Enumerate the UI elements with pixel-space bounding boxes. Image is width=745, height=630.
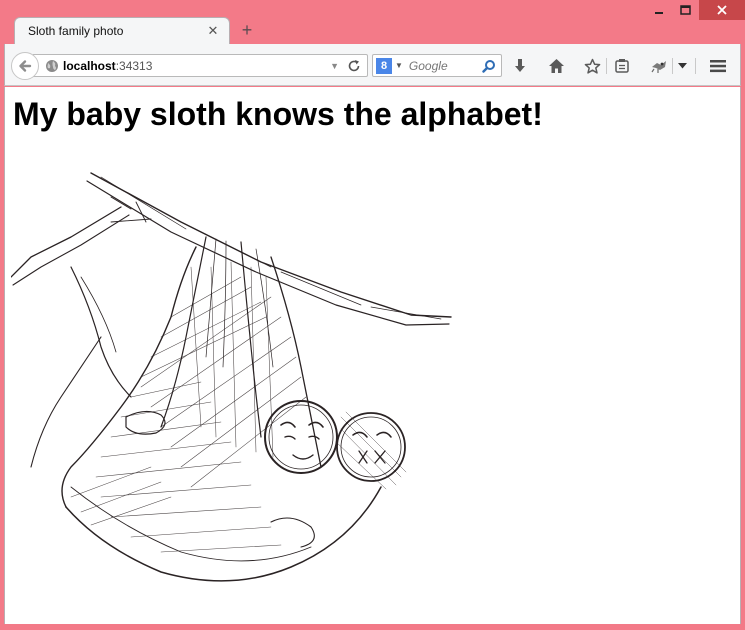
tab-active[interactable]: Sloth family photo ✕	[14, 17, 230, 44]
search-icon[interactable]	[482, 59, 496, 73]
url-bar[interactable]: localhost :34313 ▼	[33, 54, 368, 77]
dropdown-icon[interactable]: ▼	[330, 61, 339, 71]
home-button[interactable]	[545, 55, 567, 77]
reading-list-icon	[615, 59, 629, 73]
menu-button[interactable]	[707, 55, 729, 77]
globe-icon	[46, 59, 58, 72]
close-icon	[717, 5, 727, 15]
tab-title: Sloth family photo	[28, 24, 124, 38]
toolbar-separator	[606, 58, 607, 74]
reading-list-button[interactable]	[611, 55, 633, 77]
toolbar-separator	[672, 58, 673, 74]
close-window-button[interactable]	[699, 0, 745, 20]
maximize-button[interactable]	[672, 0, 699, 20]
back-arrow-icon	[19, 60, 32, 72]
new-tab-button[interactable]: +	[238, 21, 256, 39]
window-controls	[645, 0, 745, 22]
google-icon[interactable]: 8	[376, 57, 392, 74]
minimize-icon	[654, 12, 663, 14]
home-icon	[548, 59, 564, 73]
download-icon	[515, 59, 525, 72]
maximize-icon	[680, 5, 691, 15]
search-input[interactable]: Google	[409, 59, 482, 73]
chevron-down-icon	[677, 63, 687, 69]
search-bar[interactable]: 8 ▼ Google	[372, 54, 502, 77]
back-button[interactable]	[11, 52, 39, 80]
toolbar-separator	[695, 58, 696, 74]
addon-button[interactable]	[648, 55, 670, 77]
minimize-button[interactable]	[645, 0, 672, 20]
navigation-toolbar: localhost :34313 ▼ 8 ▼ Google	[4, 44, 741, 86]
url-host: localhost	[63, 58, 116, 73]
download-button[interactable]	[509, 55, 531, 77]
tab-close-icon[interactable]: ✕	[203, 23, 223, 39]
page-content: My baby sloth knows the alphabet!	[4, 87, 741, 624]
bookmark-star-icon	[584, 58, 600, 74]
bookmark-button[interactable]	[581, 55, 603, 77]
menu-icon	[710, 60, 726, 73]
window-titlebar: Sloth family photo ✕ +	[0, 0, 745, 44]
engine-dropdown-icon[interactable]: ▼	[395, 61, 403, 70]
addon-icon	[651, 61, 666, 73]
page-heading: My baby sloth knows the alphabet!	[13, 96, 543, 132]
reload-icon[interactable]	[347, 59, 361, 73]
url-port: :34313	[115, 58, 153, 73]
sloth-sketch-image	[11, 172, 452, 582]
addon-dropdown-button[interactable]	[675, 55, 689, 77]
